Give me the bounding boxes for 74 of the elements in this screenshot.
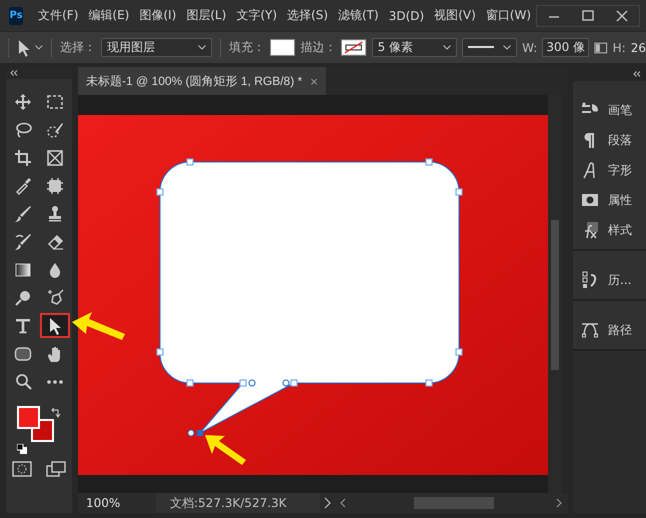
panel-button[interactable]: 字形	[573, 155, 638, 185]
rounded-rectangle-icon	[14, 344, 32, 362]
type-tool-icon	[14, 316, 32, 334]
caret-icon	[443, 45, 452, 50]
color-swatches[interactable]	[17, 406, 54, 442]
chevron-right-icon[interactable]	[556, 498, 562, 508]
menu-item[interactable]: 编辑(E)	[83, 7, 134, 24]
four-way-arrow-icon	[14, 92, 32, 110]
document-info: 文档:527.3K/527.3K	[156, 493, 320, 513]
app-logo: Ps	[9, 6, 24, 24]
zoom-level[interactable]: 100%	[78, 496, 156, 510]
menu-item[interactable]: 窗口(W)	[480, 7, 536, 24]
quick-mask-icon[interactable]	[12, 460, 32, 478]
speech-bubble-shape[interactable]	[156, 158, 463, 436]
layer-dropdown[interactable]: 现用图层	[101, 38, 212, 57]
stroke-style-dropdown[interactable]	[462, 38, 518, 57]
tab-close-button[interactable]: ×	[310, 74, 318, 88]
stroke-label: 描边：	[300, 39, 336, 56]
panel-button[interactable]: 属性	[573, 185, 638, 215]
stroke-swatch[interactable]	[341, 39, 367, 56]
annotation-arrow	[205, 435, 246, 465]
crop-icon	[14, 148, 32, 166]
brush-icon	[14, 204, 32, 222]
caret-icon	[503, 45, 512, 50]
stroke-width-dropdown[interactable]: 5 像素	[372, 38, 458, 57]
panel-button[interactable]: 样式	[573, 215, 638, 245]
dashed-rectangle-icon	[46, 92, 64, 110]
menu-item[interactable]: 选择(S)	[282, 7, 333, 24]
collapse-icon[interactable]	[633, 71, 641, 77]
menu-item[interactable]: 图像(I)	[134, 7, 182, 24]
crossed-frame-icon	[46, 148, 64, 166]
menu-item[interactable]: 文件(F)	[33, 7, 84, 24]
brush-selection-icon	[46, 120, 64, 138]
width-field[interactable]: 300 像	[542, 38, 590, 57]
line-icon	[468, 46, 494, 49]
bezier-path-icon	[581, 321, 599, 339]
height-label: H:	[612, 40, 626, 54]
menu-item[interactable]: 视图(V)	[429, 7, 481, 24]
pen-nib-icon	[46, 288, 64, 306]
select-label: 选择：	[60, 39, 96, 56]
zoom-icon	[14, 372, 32, 390]
eyedropper-icon	[14, 176, 32, 194]
lasso-icon	[14, 120, 32, 138]
fill-swatch[interactable]	[270, 39, 296, 56]
screen-mode-icon[interactable]	[46, 460, 66, 478]
collapse-icon[interactable]	[10, 70, 18, 76]
caret-icon	[35, 45, 44, 50]
swap-arrows-icon[interactable]	[51, 408, 61, 418]
link-icon[interactable]	[594, 40, 608, 54]
panel-button[interactable]: 段落	[573, 125, 638, 155]
menu-item[interactable]: 文字(Y)	[231, 7, 282, 24]
eraser-icon	[46, 232, 64, 250]
chip-icon	[46, 176, 64, 194]
document-tab[interactable]: 未标题-1 @ 100% (圆角矩形 1, RGB/8) * ×	[78, 67, 326, 95]
menu-item[interactable]: 图层(L)	[181, 7, 232, 24]
chevron-left-icon[interactable]	[340, 498, 346, 508]
history-icon	[581, 271, 599, 289]
caret-icon	[198, 45, 206, 50]
history-brush-icon	[14, 232, 32, 250]
stamp-icon	[46, 204, 64, 222]
default-colors-icon[interactable]	[17, 444, 27, 454]
panel-button[interactable]: 画笔	[573, 95, 638, 125]
menu-item[interactable]: 滤镜(T)	[333, 7, 384, 24]
annotation-arrow	[72, 312, 125, 340]
tool-button[interactable]	[40, 313, 70, 338]
width-label: W:	[522, 40, 538, 54]
toggle-square-icon	[581, 191, 599, 209]
gradient-icon	[14, 260, 32, 278]
menu-item[interactable]: 3D(D)	[384, 8, 430, 22]
more-icon	[47, 380, 63, 384]
height-value[interactable]: 26	[630, 40, 646, 54]
lollipop-icon	[14, 288, 32, 306]
fill-label: 填充：	[229, 39, 266, 56]
arrow-pointer-icon[interactable]	[16, 38, 30, 56]
